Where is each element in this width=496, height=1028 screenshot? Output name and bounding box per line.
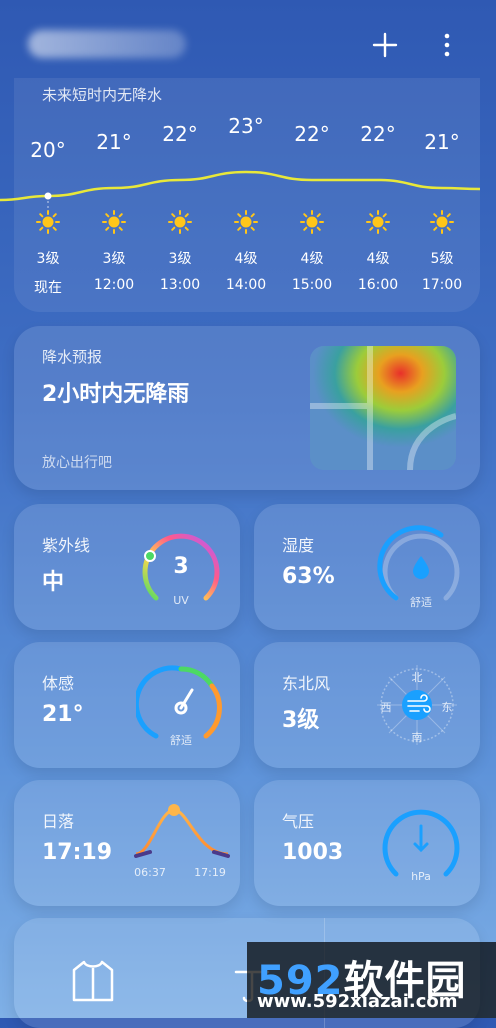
now-marker-dot <box>44 192 52 200</box>
watermark-url: www.592xiazai.com <box>257 991 458 1012</box>
hourly-forecast-card[interactable]: 未来短时内无降水 20° 3级现在 21° 3级 12:00 22° 3级 13:00 23° 4… <box>0 78 481 312</box>
hourly-wind: 4级 <box>234 251 258 267</box>
hourly-time: 13:00 <box>159 277 201 293</box>
plus-icon <box>372 32 398 58</box>
sun-icon <box>430 210 454 234</box>
sunrise-time: 06:37 <box>134 866 166 879</box>
temperature-line <box>0 170 481 202</box>
hourly-temp: 22° <box>360 122 396 146</box>
pressure-label: 气压 <box>282 812 315 831</box>
wind-label: 东北风 <box>282 674 331 693</box>
uv-unit: UV <box>173 594 189 607</box>
pressure-value: 1003 <box>282 840 344 865</box>
sunset-value: 17:19 <box>42 840 113 865</box>
radar-map[interactable] <box>310 346 456 470</box>
hourly-temp: 22° <box>294 122 330 146</box>
humidity-card[interactable]: 湿度 63% 舒适 <box>254 504 480 630</box>
add-city-button[interactable] <box>368 28 402 62</box>
sunset-card[interactable]: 日落 17:19 06:37 17:19 <box>14 780 240 906</box>
hourly-time: 17:00 <box>421 277 463 293</box>
feels-label: 体感 <box>42 674 75 693</box>
more-vertical-icon <box>444 33 450 57</box>
compass-west: 西 <box>380 701 392 714</box>
sun-icon <box>36 210 60 234</box>
hourly-temp: 21° <box>96 130 132 154</box>
uv-value: 中 <box>42 570 65 595</box>
uv-index: 3 <box>173 554 189 579</box>
feels-value: 21° <box>42 702 84 727</box>
sun-icon <box>234 210 258 234</box>
sun-icon <box>366 210 390 234</box>
hourly-temp: 21° <box>424 130 460 154</box>
hourly-time: 12:00 <box>93 277 135 293</box>
sunset-time: 17:19 <box>194 866 226 879</box>
wind-value: 3级 <box>282 708 320 733</box>
hourly-wind: 3级 <box>36 251 60 267</box>
hourly-temp: 20° <box>30 138 66 162</box>
water-drop-icon <box>413 556 429 579</box>
sun-icon <box>168 210 192 234</box>
compass-south: 南 <box>411 731 423 744</box>
hourly-time: 16:00 <box>357 277 399 293</box>
site-watermark: 592软件园 www.592xiazai.com <box>247 942 496 1018</box>
humidity-value: 63% <box>282 564 335 589</box>
wind-card[interactable]: 东北风 3级 北 南 东 西 <box>254 642 480 768</box>
hourly-time: 15:00 <box>291 277 333 293</box>
precipitation-sub: 放心出行吧 <box>42 455 112 471</box>
sun-icon <box>102 210 126 234</box>
hourly-wind: 4级 <box>366 251 390 267</box>
precipitation-title: 降水预报 <box>42 348 103 366</box>
city-name-blurred[interactable] <box>28 30 186 58</box>
sun-icon <box>300 210 324 234</box>
compass-north: 北 <box>411 671 423 684</box>
hourly-summary: 未来短时内无降水 <box>42 86 163 104</box>
hourly-wind: 3级 <box>102 251 126 267</box>
hourly-wind: 4级 <box>300 251 324 267</box>
compass-east: 东 <box>441 701 453 714</box>
radar-map-image <box>310 346 456 470</box>
more-button[interactable] <box>430 28 464 62</box>
hourly-wind: 3级 <box>168 251 192 267</box>
humidity-label: 湿度 <box>282 536 315 555</box>
pressure-card[interactable]: 气压 1003 hPa <box>254 780 480 906</box>
feels-status: 舒适 <box>170 734 192 747</box>
feels-like-card[interactable]: 体感 21° 舒适 <box>14 642 240 768</box>
hourly-temp: 22° <box>162 122 198 146</box>
sun-path-icon <box>134 804 230 858</box>
hourly-time: 现在 <box>34 280 62 296</box>
jacket-icon <box>72 960 114 1002</box>
uv-card[interactable]: 紫外线 中 3 UV <box>14 504 240 630</box>
top-bar <box>0 0 496 78</box>
precipitation-main: 2小时内无降雨 <box>42 382 190 407</box>
sunset-label: 日落 <box>42 812 75 831</box>
hourly-wind: 5级 <box>430 251 454 267</box>
pressure-unit: hPa <box>411 870 431 883</box>
hourly-temp: 23° <box>228 114 264 138</box>
precipitation-card[interactable]: 降水预报 2小时内无降雨 放心出行吧 <box>14 326 480 490</box>
uv-label: 紫外线 <box>42 536 91 555</box>
humidity-status: 舒适 <box>410 596 432 609</box>
hourly-time: 14:00 <box>225 277 267 293</box>
